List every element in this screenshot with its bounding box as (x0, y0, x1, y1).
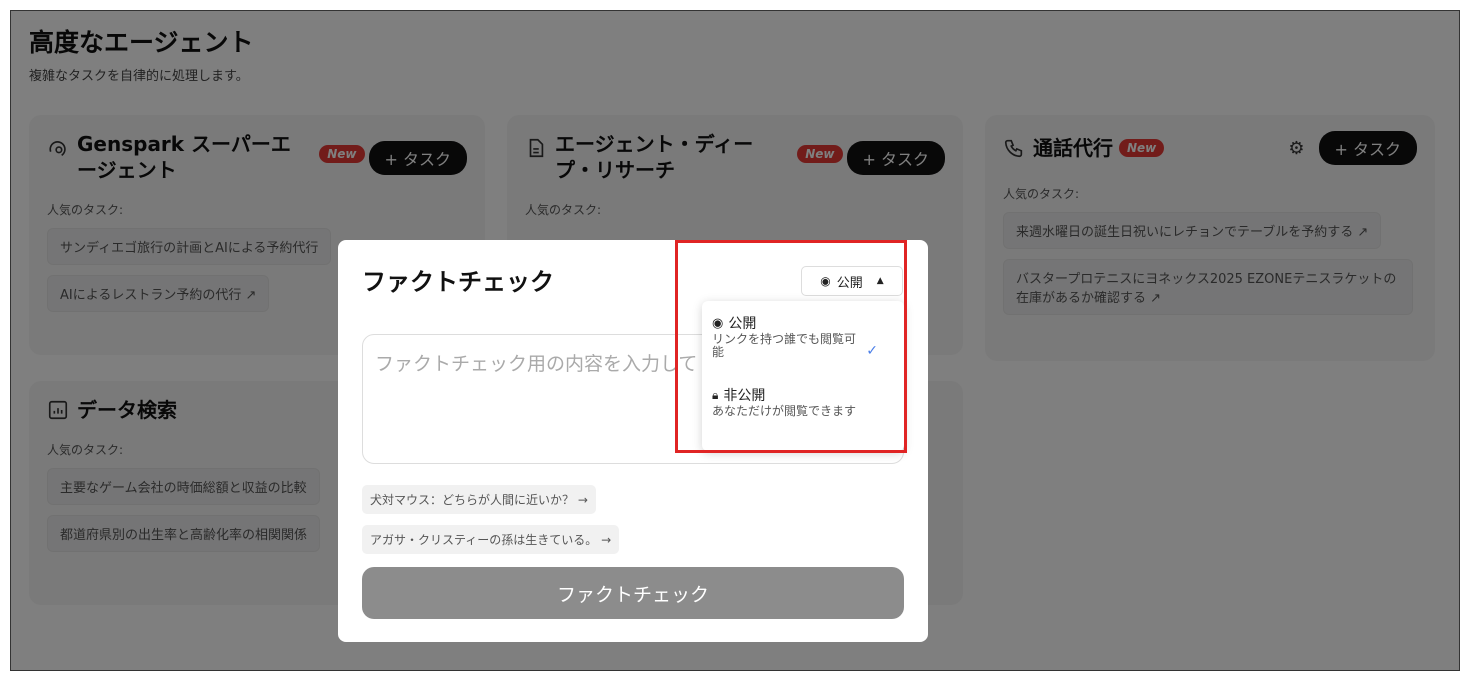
fact-check-submit-button[interactable]: ファクトチェック (362, 567, 904, 619)
visibility-menu: ◉ 公開 リンクを持つ誰でも閲覧可能 ✓ 🔒︎ 非公開 あなただけが閲覧できます (702, 301, 904, 451)
lock-icon: 🔒︎ (712, 387, 719, 402)
modal-title: ファクトチェック (362, 268, 554, 296)
option-label: 非公開 (723, 388, 766, 404)
app-frame: 高度なエージェント 複雑なタスクを自律的に処理します。 Genspark スーパ… (10, 10, 1460, 671)
suggestion-chip[interactable]: アガサ・クリスティーの孫は生きている。 → (362, 525, 620, 554)
suggestion-chip[interactable]: 犬対マウス：どちらが人間に近いか？ → (362, 485, 596, 514)
option-label: 公開 (728, 316, 757, 332)
visibility-dropdown-button[interactable]: ◉ 公開 ▲ (801, 266, 903, 296)
option-description: リンクを持つ誰でも閲覧可能 (712, 332, 857, 359)
fact-check-modal: ファクトチェック ◉ 公開 ▲ ファクトチェック用の内容を入力して 犬対マウス：… (338, 240, 928, 642)
visibility-option-public[interactable]: ◉ 公開 リンクを持つ誰でも閲覧可能 ✓ (712, 313, 892, 360)
option-description: あなただけが閲覧できます (712, 404, 857, 418)
visibility-label: 公開 (836, 275, 863, 291)
check-icon: ✓ (866, 343, 878, 359)
eye-icon: ◉ (712, 315, 724, 331)
input-placeholder: ファクトチェック用の内容を入力して (375, 353, 698, 375)
caret-up-icon: ▲ (876, 276, 884, 286)
eye-icon: ◉ (820, 274, 831, 288)
visibility-option-private[interactable]: 🔒︎ 非公開 あなただけが閲覧できます (712, 385, 892, 418)
